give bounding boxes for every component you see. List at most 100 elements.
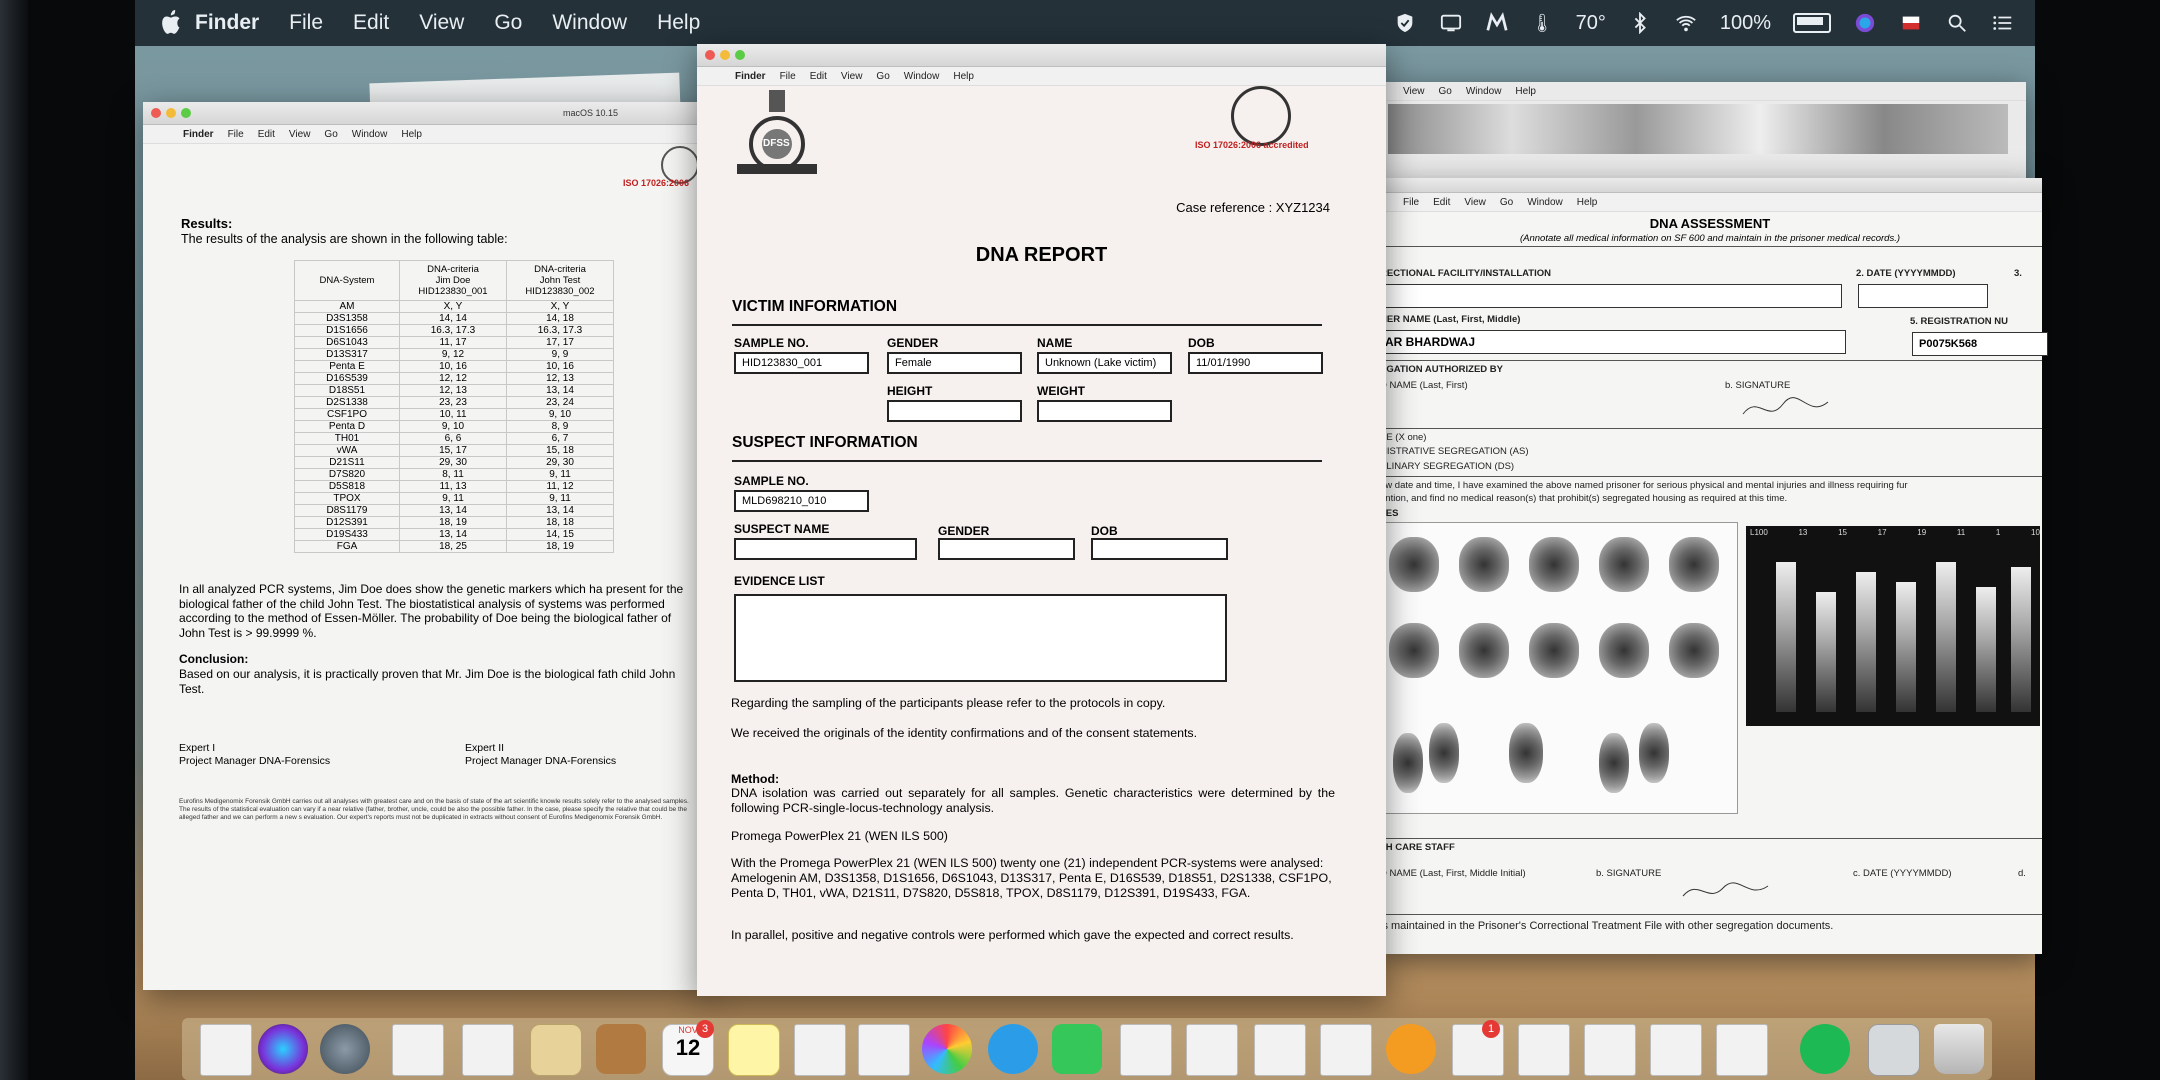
table-row: D2S1338 23, 23 23, 24 <box>294 396 614 409</box>
zoom-button[interactable] <box>735 50 745 60</box>
signature-image <box>1742 397 1829 415</box>
search-icon[interactable] <box>1945 12 1969 34</box>
admin-segregation-label: NISTRATIVE SEGREGATION (AS) <box>1380 446 1529 457</box>
dock-document-icon[interactable] <box>1518 1024 1570 1076</box>
menu-view[interactable]: View <box>841 71 863 82</box>
dock-document-icon[interactable] <box>392 1024 444 1076</box>
siri-icon[interactable] <box>1853 12 1877 34</box>
menu-view[interactable]: View <box>1464 197 1486 208</box>
battery-percent[interactable]: 100% <box>1720 12 1771 35</box>
facetime-icon[interactable] <box>1052 1024 1102 1074</box>
m-app-icon[interactable] <box>1485 12 1509 34</box>
flag-icon[interactable] <box>1899 12 1923 34</box>
menu-help[interactable]: Help <box>401 129 422 140</box>
notes-icon[interactable] <box>596 1024 646 1074</box>
victim-dob-field[interactable]: 11/01/1990 <box>1188 352 1323 374</box>
menu-help[interactable]: Help <box>1515 86 1536 97</box>
menu-view[interactable]: View <box>289 129 311 140</box>
menu-window[interactable]: Window <box>352 129 388 140</box>
menu-edit[interactable]: Edit <box>1433 197 1450 208</box>
menu-finder[interactable]: Finder <box>195 11 259 35</box>
launchpad-icon[interactable] <box>320 1024 370 1074</box>
dock-document-icon[interactable] <box>462 1024 514 1076</box>
suspect-sample-field[interactable]: MLD698210_010 <box>734 490 869 512</box>
date-field[interactable] <box>1858 284 1988 308</box>
dock-document-icon[interactable] <box>200 1024 252 1076</box>
victim-name-field[interactable]: Unknown (Lake victim) <box>1037 352 1172 374</box>
siri-icon[interactable] <box>258 1024 308 1074</box>
minimize-button[interactable] <box>720 50 730 60</box>
dock-document-icon[interactable] <box>794 1024 846 1076</box>
victim-sample-field[interactable]: HID123830_001 <box>734 352 869 374</box>
table-cell: D12S391 <box>294 516 400 529</box>
menu-file[interactable]: File <box>780 71 796 82</box>
conclusion-text: Based on our analysis, it is practically… <box>179 667 676 696</box>
preview-stamp-icon[interactable] <box>530 1024 582 1076</box>
books-icon[interactable] <box>1386 1024 1436 1074</box>
dock-document-icon[interactable] <box>1254 1024 1306 1076</box>
close-button[interactable] <box>705 50 715 60</box>
bluetooth-icon[interactable] <box>1628 12 1652 34</box>
menu-go[interactable]: Go <box>494 11 522 35</box>
menu-go[interactable]: Go <box>1439 86 1452 97</box>
stickies-icon[interactable] <box>728 1024 780 1076</box>
apple-menu-icon[interactable] <box>151 10 195 36</box>
table-cell: D13S317 <box>294 348 400 361</box>
facility-field[interactable] <box>1380 284 1842 308</box>
suspect-name-field[interactable] <box>734 538 917 560</box>
menu-go[interactable]: Go <box>876 71 889 82</box>
dock-document-icon[interactable] <box>1320 1024 1372 1076</box>
spotify-icon[interactable] <box>1800 1024 1850 1074</box>
menu-view[interactable]: View <box>419 11 464 35</box>
menu-window[interactable]: Window <box>1527 197 1563 208</box>
table-cell: D18S51 <box>294 384 400 397</box>
menu-file[interactable]: File <box>289 11 323 35</box>
dock-document-icon[interactable] <box>1716 1024 1768 1076</box>
menu-edit[interactable]: Edit <box>810 71 827 82</box>
zoom-button[interactable] <box>181 108 191 118</box>
menu-help[interactable]: Help <box>657 11 700 35</box>
shield-icon[interactable] <box>1393 12 1417 34</box>
menu-help[interactable]: Help <box>1577 197 1598 208</box>
dock-document-icon[interactable] <box>1186 1024 1238 1076</box>
trash-icon[interactable] <box>1934 1024 1984 1074</box>
wifi-icon[interactable] <box>1674 12 1698 34</box>
suspect-gender-field[interactable] <box>938 538 1075 560</box>
minimize-button[interactable] <box>166 108 176 118</box>
menu-finder[interactable]: Finder <box>183 129 214 140</box>
dock-document-icon[interactable] <box>1120 1024 1172 1076</box>
registration-field[interactable]: P0075K568 <box>1912 332 2048 356</box>
battery-icon[interactable] <box>1793 13 1831 33</box>
screen-mirror-icon[interactable] <box>1439 12 1463 34</box>
victim-weight-field[interactable] <box>1037 400 1172 422</box>
staff-name-label: D NAME (Last, First, Middle Initial) <box>1380 868 1526 879</box>
menu-finder[interactable]: Finder <box>735 71 766 82</box>
menu-help[interactable]: Help <box>953 71 974 82</box>
menu-go[interactable]: Go <box>324 129 337 140</box>
photos-icon[interactable] <box>922 1024 972 1074</box>
dock-document-icon[interactable] <box>1584 1024 1636 1076</box>
menu-edit[interactable]: Edit <box>353 11 389 35</box>
dock-document-icon[interactable] <box>1650 1024 1702 1076</box>
notification-center-icon[interactable] <box>1991 12 2015 34</box>
dock-document-icon[interactable] <box>858 1024 910 1076</box>
menu-view[interactable]: View <box>1403 86 1425 97</box>
menu-window[interactable]: Window <box>904 71 940 82</box>
downloads-folder-icon[interactable] <box>1868 1024 1920 1076</box>
menu-file[interactable]: File <box>228 129 244 140</box>
menu-window[interactable]: Window <box>1466 86 1502 97</box>
menu-go[interactable]: Go <box>1500 197 1513 208</box>
temperature[interactable]: 70° <box>1576 12 1606 35</box>
victim-gender-field[interactable]: Female <box>887 352 1022 374</box>
victim-height-field[interactable] <box>887 400 1022 422</box>
evidence-field[interactable] <box>734 594 1227 682</box>
menu-window[interactable]: Window <box>552 11 627 35</box>
messages-icon[interactable] <box>988 1024 1038 1074</box>
menu-file[interactable]: File <box>1403 197 1419 208</box>
calendar-badge: 3 <box>696 1020 714 1038</box>
prisoner-name-field[interactable]: AR BHARDWAJ <box>1380 330 1846 354</box>
suspect-dob-field[interactable] <box>1091 538 1228 560</box>
menu-edit[interactable]: Edit <box>258 129 275 140</box>
prisoner-name-label: NER NAME (Last, First, Middle) <box>1380 314 1521 325</box>
close-button[interactable] <box>151 108 161 118</box>
